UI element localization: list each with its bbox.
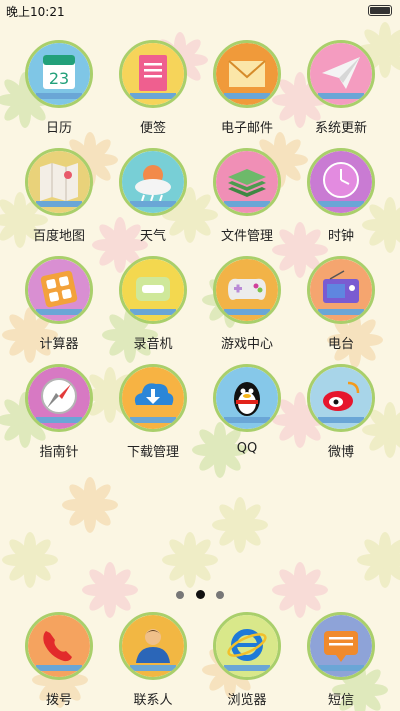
app-label: 系统更新 xyxy=(314,121,367,136)
app-label: 录音机 xyxy=(133,337,173,352)
contact-icon xyxy=(119,612,187,680)
app-weather[interactable]: 天气 xyxy=(106,148,200,244)
dock-contacts[interactable]: 联系人 xyxy=(106,612,200,708)
svg-text:23: 23 xyxy=(49,69,69,88)
dock-browser[interactable]: 浏览器 xyxy=(200,612,294,708)
weibo-icon xyxy=(307,364,375,432)
app-label: 微博 xyxy=(327,445,354,460)
qq-penguin-icon xyxy=(213,364,281,432)
app-label: 拨号 xyxy=(45,693,72,708)
clock-time: 晚上10:21 xyxy=(6,5,65,19)
app-label: 电子邮件 xyxy=(220,121,273,136)
app-system-update[interactable]: 系统更新 xyxy=(294,40,388,136)
app-notes[interactable]: 便签 xyxy=(106,40,200,136)
app-mail[interactable]: 电子邮件 xyxy=(200,40,294,136)
download-icon xyxy=(119,364,187,432)
compass-icon xyxy=(25,364,93,432)
app-label: QQ xyxy=(236,441,258,456)
app-label: 电台 xyxy=(327,337,354,352)
app-label: 百度地图 xyxy=(32,229,85,244)
app-label: 游戏中心 xyxy=(220,337,273,352)
app-compass[interactable]: 指南针 xyxy=(12,364,106,460)
dock-dialer[interactable]: 拨号 xyxy=(12,612,106,708)
page-dot-active[interactable] xyxy=(195,590,205,599)
page-dot[interactable] xyxy=(176,591,185,599)
app-label: 浏览器 xyxy=(227,693,267,708)
battery-icon xyxy=(368,5,392,16)
layers-icon xyxy=(213,148,281,216)
app-radio[interactable]: 电台 xyxy=(294,256,388,352)
page-dot[interactable] xyxy=(215,591,224,599)
dock-messages[interactable]: 短信 xyxy=(294,612,388,708)
phone-icon xyxy=(25,612,93,680)
mail-icon xyxy=(213,40,281,108)
app-label: 指南针 xyxy=(39,445,79,460)
calculator-icon xyxy=(25,256,93,324)
app-label: 便签 xyxy=(139,121,166,136)
app-calculator[interactable]: 计算器 xyxy=(12,256,106,352)
paper-plane-icon xyxy=(307,40,375,108)
app-label: 文件管理 xyxy=(220,229,273,244)
app-qq[interactable]: QQ xyxy=(200,364,294,456)
note-icon xyxy=(119,40,187,108)
map-icon xyxy=(25,148,93,216)
browser-icon xyxy=(213,612,281,680)
app-label: 日历 xyxy=(45,121,72,136)
calendar-icon: 23 xyxy=(25,40,93,108)
app-file-manager[interactable]: 文件管理 xyxy=(200,148,294,244)
page-indicator xyxy=(0,584,400,603)
app-calendar[interactable]: 23 日历 xyxy=(12,40,106,136)
weather-icon xyxy=(119,148,187,216)
app-weibo[interactable]: 微博 xyxy=(294,364,388,460)
app-label: 时钟 xyxy=(327,229,354,244)
app-label: 下载管理 xyxy=(126,445,179,460)
message-icon xyxy=(307,612,375,680)
app-label: 联系人 xyxy=(133,693,173,708)
app-recorder[interactable]: 录音机 xyxy=(106,256,200,352)
clock-icon xyxy=(307,148,375,216)
app-clock[interactable]: 时钟 xyxy=(294,148,388,244)
app-label: 天气 xyxy=(139,229,166,244)
app-label: 短信 xyxy=(327,693,354,708)
gamepad-icon xyxy=(213,256,281,324)
app-label: 计算器 xyxy=(39,337,79,352)
radio-icon xyxy=(307,256,375,324)
recorder-icon xyxy=(119,256,187,324)
app-baidu-map[interactable]: 百度地图 xyxy=(12,148,106,244)
app-download-manager[interactable]: 下载管理 xyxy=(106,364,200,460)
app-game-center[interactable]: 游戏中心 xyxy=(200,256,294,352)
status-bar: 晚上10:21 xyxy=(0,0,400,22)
